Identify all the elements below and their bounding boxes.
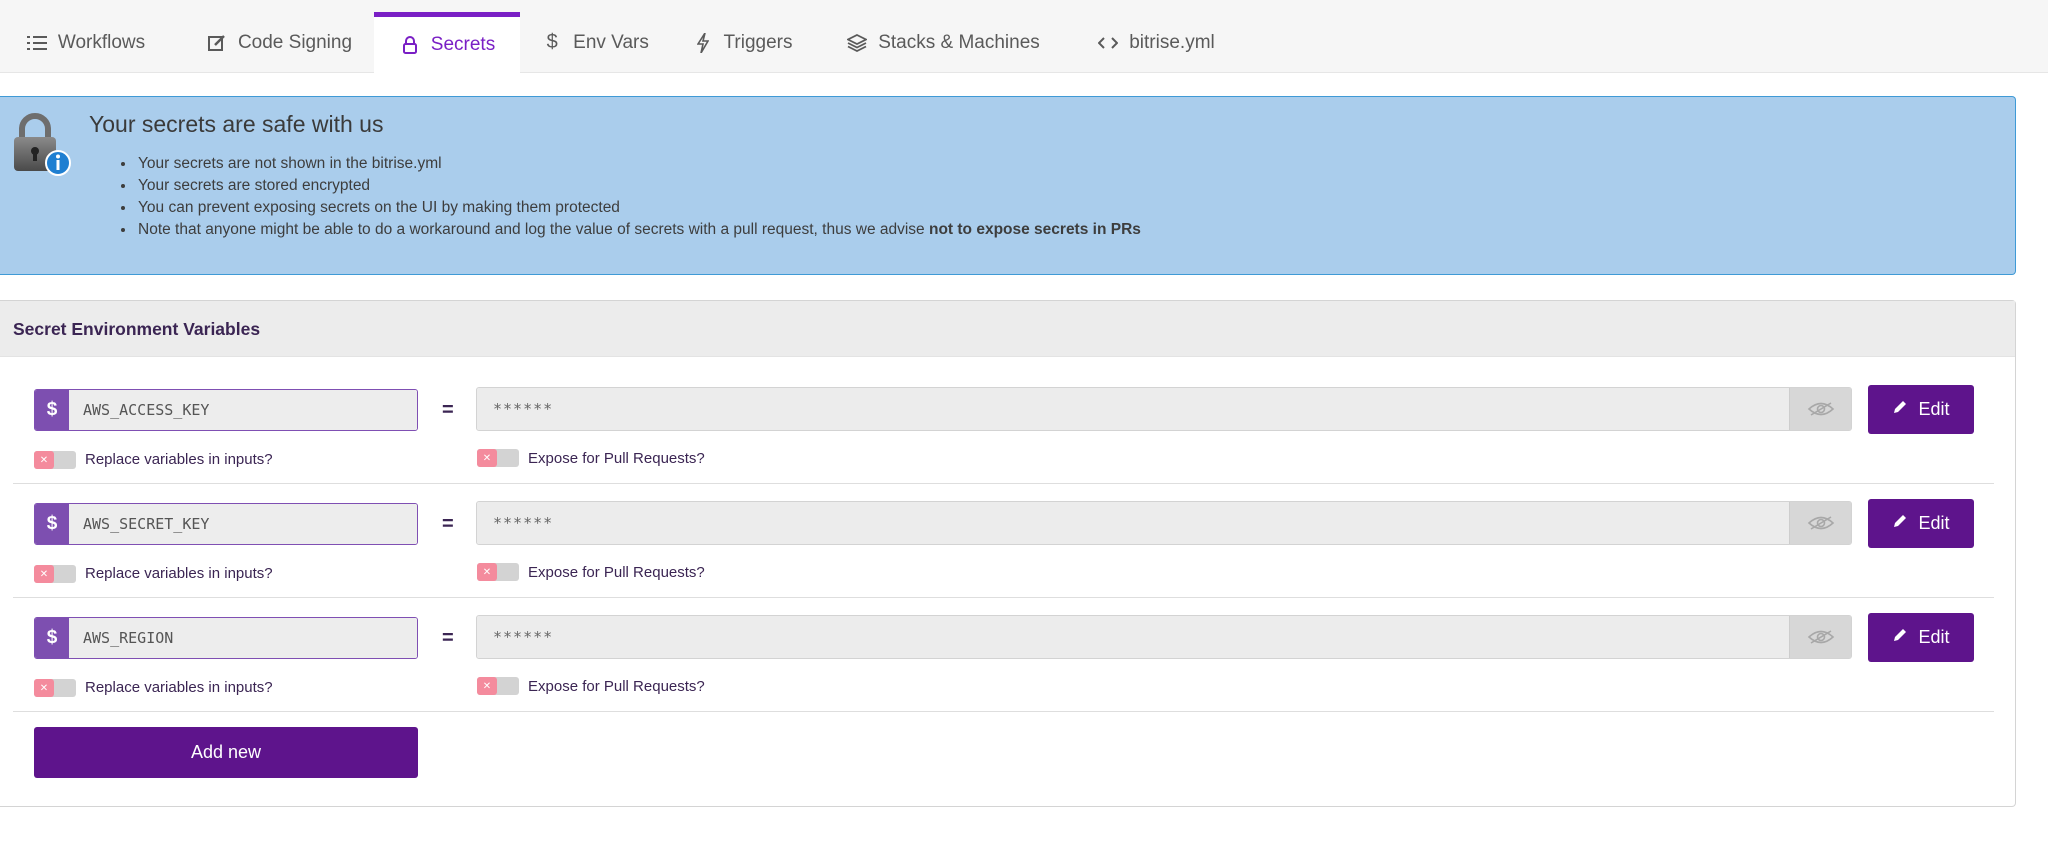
secret-value-input[interactable] [477, 388, 1789, 430]
x-icon: ✕ [477, 563, 497, 581]
secret-value-field[interactable] [476, 501, 1852, 545]
tab-bitrise-yml[interactable]: bitrise.yml [1085, 12, 1227, 73]
edit-button[interactable]: Edit [1868, 385, 1974, 434]
replace-variables-toggle[interactable]: ✕ [34, 451, 76, 469]
secret-key-field[interactable]: $ [34, 617, 418, 659]
secret-key-field[interactable]: $ [34, 503, 418, 545]
code-icon [1097, 32, 1119, 54]
replace-variables-label: Replace variables in inputs? [85, 451, 273, 468]
expose-pr-label: Expose for Pull Requests? [528, 678, 705, 695]
expose-pr-label: Expose for Pull Requests? [528, 564, 705, 581]
tab-bar: Workflows Code Signing Secrets $ Env Var… [0, 0, 2048, 73]
edit-button[interactable]: Edit [1868, 613, 1974, 662]
list-item: Note that anyone might be able to do a w… [136, 219, 1141, 241]
dollar-icon: $ [546, 31, 558, 53]
list-item: Your secrets are not shown in the bitris… [136, 153, 1141, 175]
list-item-bold: not to expose secrets in PRs [928, 221, 1141, 238]
expose-pr-toggle[interactable]: ✕ [477, 563, 519, 581]
list-icon [26, 32, 48, 54]
replace-variables-toggle[interactable]: ✕ [34, 565, 76, 583]
replace-variables-label: Replace variables in inputs? [85, 679, 273, 696]
layers-icon [846, 32, 868, 54]
edit-label: Edit [1918, 399, 1950, 419]
x-icon: ✕ [34, 679, 54, 697]
secret-key-input[interactable] [69, 618, 417, 658]
row-divider [13, 711, 1994, 712]
info-banner: Your secrets are safe with us Your secre… [0, 96, 2016, 275]
secret-value-input[interactable] [477, 502, 1789, 544]
eye-slash-icon[interactable] [1789, 616, 1851, 658]
padlock-info-icon [12, 111, 74, 177]
x-icon: ✕ [477, 449, 497, 467]
secret-row: $ = Edit ✕ Replace variables in inputs? … [0, 499, 2048, 617]
row-divider [13, 483, 1994, 484]
list-item-text: Note that anyone might be able to do a w… [138, 221, 929, 238]
bolt-icon [692, 32, 714, 54]
expose-pr-toggle[interactable]: ✕ [477, 449, 519, 467]
panel-title: Secret Environment Variables [13, 319, 261, 339]
tab-triggers[interactable]: Triggers [682, 12, 802, 73]
secret-key-field[interactable]: $ [34, 389, 418, 431]
replace-variables-label: Replace variables in inputs? [85, 565, 273, 582]
tab-code-signing[interactable]: Code Signing [186, 12, 372, 73]
tab-label: Code Signing [237, 31, 353, 53]
banner-title: Your secrets are safe with us [89, 111, 384, 137]
pencil-icon [1892, 513, 1908, 534]
tab-label: bitrise.yml [1129, 31, 1215, 53]
x-icon: ✕ [34, 451, 54, 469]
tab-workflows[interactable]: Workflows [0, 12, 171, 73]
secret-key-input[interactable] [69, 390, 417, 430]
panel-header: Secret Environment Variables [0, 301, 2015, 357]
pencil-icon [1892, 627, 1908, 648]
list-item: You can prevent exposing secrets on the … [136, 197, 1141, 219]
secret-value-input[interactable] [477, 616, 1789, 658]
tab-label: Triggers [723, 31, 793, 53]
lock-icon [399, 34, 421, 56]
expose-pr-toggle[interactable]: ✕ [477, 677, 519, 695]
tab-label: Env Vars [573, 31, 649, 53]
equals-sign: = [442, 513, 454, 535]
edit-label: Edit [1918, 513, 1950, 533]
dollar-icon: $ [35, 504, 69, 544]
row-divider [13, 597, 1994, 598]
list-item: Your secrets are stored encrypted [136, 175, 1141, 197]
x-icon: ✕ [477, 677, 497, 695]
secret-key-input[interactable] [69, 504, 417, 544]
dollar-icon: $ [35, 390, 69, 430]
secret-value-field[interactable] [476, 387, 1852, 431]
pencil-icon [1892, 399, 1908, 420]
banner-list: Your secrets are not shown in the bitris… [136, 153, 1141, 241]
tab-stacks-machines[interactable]: Stacks & Machines [838, 12, 1048, 73]
tab-secrets[interactable]: Secrets [374, 12, 520, 73]
edit-box-icon [206, 32, 228, 54]
secret-row: $ = Edit ✕ Replace variables in inputs? … [0, 613, 2048, 731]
tab-label: Secrets [430, 34, 496, 55]
x-icon: ✕ [34, 565, 54, 583]
eye-slash-icon[interactable] [1789, 502, 1851, 544]
add-new-button[interactable]: Add new [34, 727, 418, 778]
edit-label: Edit [1918, 627, 1950, 647]
tab-label: Workflows [57, 31, 146, 53]
tab-env-vars[interactable]: $ Env Vars [530, 12, 660, 73]
eye-slash-icon[interactable] [1789, 388, 1851, 430]
replace-variables-toggle[interactable]: ✕ [34, 679, 76, 697]
secret-value-field[interactable] [476, 615, 1852, 659]
expose-pr-label: Expose for Pull Requests? [528, 450, 705, 467]
equals-sign: = [442, 627, 454, 649]
equals-sign: = [442, 399, 454, 421]
tab-label: Stacks & Machines [878, 31, 1040, 53]
edit-button[interactable]: Edit [1868, 499, 1974, 548]
secret-row: $ = Edit ✕ Replace variables in inputs? … [0, 385, 2048, 503]
dollar-icon: $ [35, 618, 69, 658]
